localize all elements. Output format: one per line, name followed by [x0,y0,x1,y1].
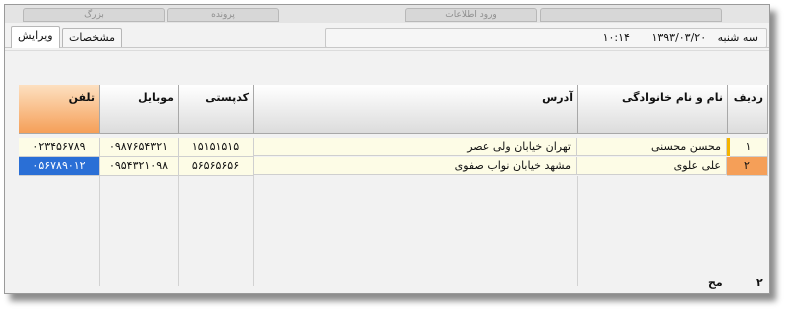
tab-edit[interactable]: ویرایش [11,26,60,48]
cell-mobile[interactable]: ۰۹۸۷۶۵۴۳۲۱ [99,138,179,157]
divider [5,50,769,51]
grid-line [178,176,179,286]
date-label: ۱۳۹۳/۰۳/۲۰ [651,31,707,44]
cell-postal-code[interactable]: ۱۵۱۵۱۵۱۵ [178,138,254,157]
top-tab-strip: بزرگ پرونده ورود اطلاعات [5,5,769,23]
footer-text: مح [708,276,723,289]
cell-phone[interactable]: ۰۲۳۴۵۶۷۸۹ [19,138,100,157]
cell-postal-code[interactable]: ۵۶۵۶۵۶۵۶ [178,157,254,176]
grid-line [577,176,578,286]
cell-name[interactable]: محسن محسنی [577,138,727,156]
app-window: بزرگ پرونده ورود اطلاعات ویرایش مشخصات س… [4,4,770,294]
tab-details[interactable]: مشخصات [62,28,123,47]
top-tab[interactable]: بزرگ [23,8,165,22]
column-header-row-number[interactable]: ردیف [727,85,768,134]
cell-row-number[interactable]: ۱ [730,138,768,157]
column-header-phone[interactable]: تلفن [19,85,100,134]
day-label: سه شنبه [717,31,758,44]
column-header-mobile[interactable]: موبایل [99,85,179,134]
cell-name[interactable]: علی علوی [577,157,727,175]
cell-phone-selected[interactable]: ۰۵۶۷۸۹۰۱۲ [19,157,100,176]
tab-bar: ویرایش مشخصات سه شنبه ۱۳۹۳/۰۳/۲۰ ۱۰:۱۴ [5,23,769,48]
top-tab[interactable]: پرونده [167,8,279,22]
footer-count: ۲ [756,276,763,289]
top-tab-blank[interactable] [540,8,722,22]
top-tab[interactable]: ورود اطلاعات [405,8,537,22]
time-label: ۱۰:۱۴ [602,31,630,44]
cell-address[interactable]: تهران خیابان ولی عصر [253,138,577,156]
grid-line [253,176,254,286]
cell-row-number[interactable]: ۲ [727,157,768,176]
cell-address[interactable]: مشهد خیابان نواب صفوی [253,157,577,175]
cell-mobile[interactable]: ۰۹۵۴۳۲۱۰۹۸ [99,157,179,176]
column-header-postal-code[interactable]: کدپستی [178,85,254,134]
date-time-display: سه شنبه ۱۳۹۳/۰۳/۲۰ ۱۰:۱۴ [325,28,767,48]
column-header-name[interactable]: نام و نام خانوادگی [577,85,728,134]
column-header-address[interactable]: آدرس [253,85,578,134]
grid-line [99,176,100,286]
